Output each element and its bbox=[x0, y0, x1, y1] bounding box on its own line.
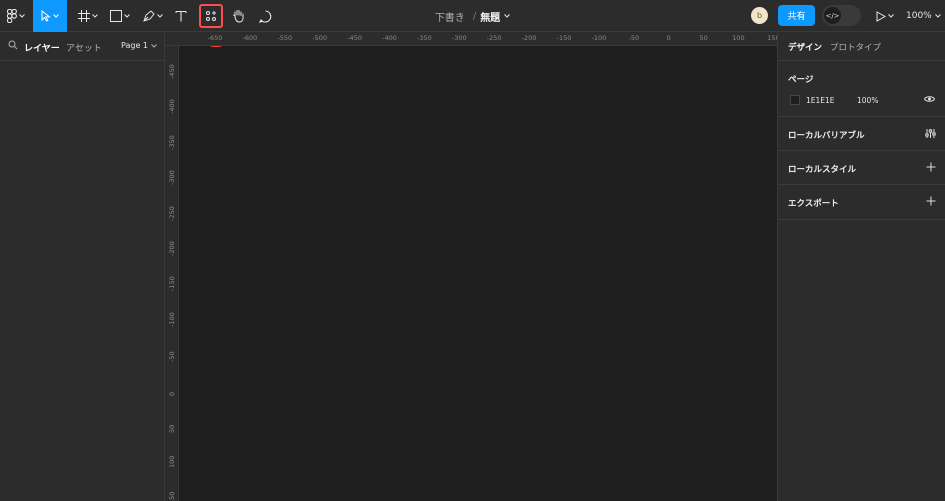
tab-assets[interactable]: アセット bbox=[66, 41, 102, 54]
page-section: ページ bbox=[778, 62, 945, 117]
pen-tool-button[interactable] bbox=[139, 0, 167, 32]
ruler-tick-label: -400 bbox=[382, 34, 397, 42]
local-styles-title: ローカルスタイル bbox=[788, 165, 857, 175]
left-panel-tabs: レイヤー アセット Page 1 bbox=[0, 32, 165, 61]
main-menu-button[interactable] bbox=[2, 0, 30, 32]
left-panel: レイヤー アセット Page 1 bbox=[0, 32, 165, 501]
zoom-level: 100% bbox=[906, 11, 932, 21]
chevron-down-icon bbox=[150, 44, 157, 48]
tab-layers[interactable]: レイヤー bbox=[24, 41, 60, 54]
ruler-tick-label: -350 bbox=[417, 34, 432, 42]
export-section[interactable]: エクスポート bbox=[778, 185, 945, 220]
cursor-icon bbox=[41, 10, 51, 22]
comment-tool-button[interactable] bbox=[255, 0, 275, 32]
plus-icon[interactable] bbox=[926, 162, 936, 172]
pen-icon bbox=[143, 10, 155, 22]
eye-icon[interactable] bbox=[924, 95, 935, 103]
local-variables-title: ローカルバリアブル bbox=[788, 131, 865, 141]
ruler-tick-label: -50 bbox=[628, 34, 640, 42]
page-color-hex[interactable]: 1E1E1E bbox=[806, 96, 835, 105]
ruler-tick-label: 100 bbox=[168, 455, 176, 469]
ruler-tick-label: -100 bbox=[168, 312, 176, 327]
right-panel: デザイン プロトタイプ ページ 1E1E1E 100% ローカルバリアブル ロー… bbox=[777, 32, 945, 501]
chevron-down-icon bbox=[53, 14, 59, 18]
ruler-tick-label: 50 bbox=[699, 34, 708, 42]
ruler-tick-label: -400 bbox=[168, 99, 176, 115]
file-name[interactable]: 無題 bbox=[480, 9, 500, 24]
tab-design[interactable]: デザイン bbox=[788, 41, 822, 53]
comment-icon bbox=[258, 9, 271, 23]
ruler-tick-label: 0 bbox=[666, 34, 671, 42]
ruler-tick-label: 50 bbox=[168, 424, 176, 433]
page-color-swatch[interactable] bbox=[790, 95, 800, 105]
frame-icon bbox=[78, 10, 90, 22]
play-icon bbox=[876, 10, 886, 22]
code-icon: </> bbox=[824, 7, 841, 24]
frame-tool-button[interactable] bbox=[74, 0, 102, 32]
chevron-down-icon bbox=[888, 14, 894, 18]
page-opacity[interactable]: 100% bbox=[857, 96, 878, 105]
move-tool-button[interactable] bbox=[33, 0, 67, 32]
export-title: エクスポート bbox=[788, 199, 839, 209]
share-button[interactable]: 共有 bbox=[778, 5, 815, 26]
ruler-horizontal: -650 -600 -550 -500 -450 -400 -350 -300 -250 -200… bbox=[165, 32, 777, 46]
dev-mode-toggle[interactable]: </> bbox=[822, 5, 861, 26]
ruler-tick-label: -50 bbox=[168, 351, 176, 363]
page-selector-label: Page 1 bbox=[121, 41, 148, 50]
search-icon[interactable] bbox=[8, 40, 18, 50]
tab-prototype[interactable]: プロトタイプ bbox=[830, 41, 881, 53]
page-selector[interactable]: Page 1 bbox=[121, 41, 157, 50]
ruler-tick-label: -550 bbox=[277, 34, 293, 42]
plus-icon[interactable] bbox=[926, 196, 936, 206]
right-panel-tabs: デザイン プロトタイプ bbox=[778, 32, 945, 61]
ruler-tick-label: 150 bbox=[168, 491, 176, 501]
figma-app: 下書き / 無題 b 共有 </> 100% レイヤー アセット Page 1 bbox=[0, 0, 945, 501]
canvas[interactable] bbox=[180, 47, 777, 501]
variables-adjust-icon[interactable] bbox=[925, 128, 936, 139]
ruler-tick-label: 100 bbox=[732, 34, 745, 42]
hand-tool-button[interactable] bbox=[228, 0, 248, 32]
present-button[interactable] bbox=[876, 0, 894, 32]
ruler-tick-label: -450 bbox=[347, 34, 362, 42]
ruler-tick-label: -200 bbox=[521, 34, 537, 42]
toolbar: 下書き / 無題 b 共有 </> 100% bbox=[0, 0, 945, 32]
ruler-tick-label: -100 bbox=[591, 34, 607, 42]
ruler-tick-label: -650 bbox=[207, 34, 223, 42]
local-styles-section[interactable]: ローカルスタイル bbox=[778, 151, 945, 185]
ruler-tick-label: -450 bbox=[168, 64, 176, 79]
ruler-tick-label: -300 bbox=[451, 34, 467, 42]
file-location[interactable]: 下書き bbox=[435, 9, 465, 24]
text-tool-button[interactable] bbox=[171, 0, 191, 32]
local-variables-section[interactable]: ローカルバリアブル bbox=[778, 117, 945, 151]
ruler-vertical: -450 -400 -350 -300 -250 -200 -150 -100 -50 0 50 10… bbox=[165, 46, 179, 501]
shape-tool-button[interactable] bbox=[106, 0, 134, 32]
chevron-down-icon bbox=[934, 14, 941, 18]
highlight-box bbox=[199, 4, 223, 28]
ruler-tick-label: -300 bbox=[168, 170, 176, 186]
ruler-tick-label: -250 bbox=[486, 34, 502, 42]
ruler-tick-label: 150 bbox=[767, 34, 777, 42]
hand-icon bbox=[232, 10, 243, 23]
text-icon bbox=[175, 10, 187, 22]
rectangle-icon bbox=[110, 10, 122, 22]
chevron-down-icon bbox=[19, 14, 25, 18]
page-section-title: ページ bbox=[788, 75, 814, 85]
chevron-down-icon bbox=[157, 14, 163, 18]
ruler-tick-label: -200 bbox=[168, 241, 176, 256]
breadcrumb-separator: / bbox=[472, 10, 477, 22]
chevron-down-icon bbox=[92, 14, 98, 18]
ruler-tick-label: -150 bbox=[168, 276, 176, 292]
ruler-tick-label: -600 bbox=[242, 34, 258, 42]
avatar[interactable]: b bbox=[751, 7, 768, 24]
ruler-tick-label: -150 bbox=[556, 34, 572, 42]
zoom-menu[interactable]: 100% bbox=[906, 0, 941, 32]
ruler-tick-label: -500 bbox=[312, 34, 328, 42]
ruler-tick-label: -250 bbox=[168, 205, 176, 221]
ruler-tick-label: -350 bbox=[168, 135, 176, 150]
chevron-down-icon[interactable] bbox=[504, 14, 511, 18]
ruler-tick-label: 0 bbox=[168, 391, 176, 396]
chevron-down-icon bbox=[124, 14, 130, 18]
figma-logo-icon bbox=[7, 9, 17, 23]
